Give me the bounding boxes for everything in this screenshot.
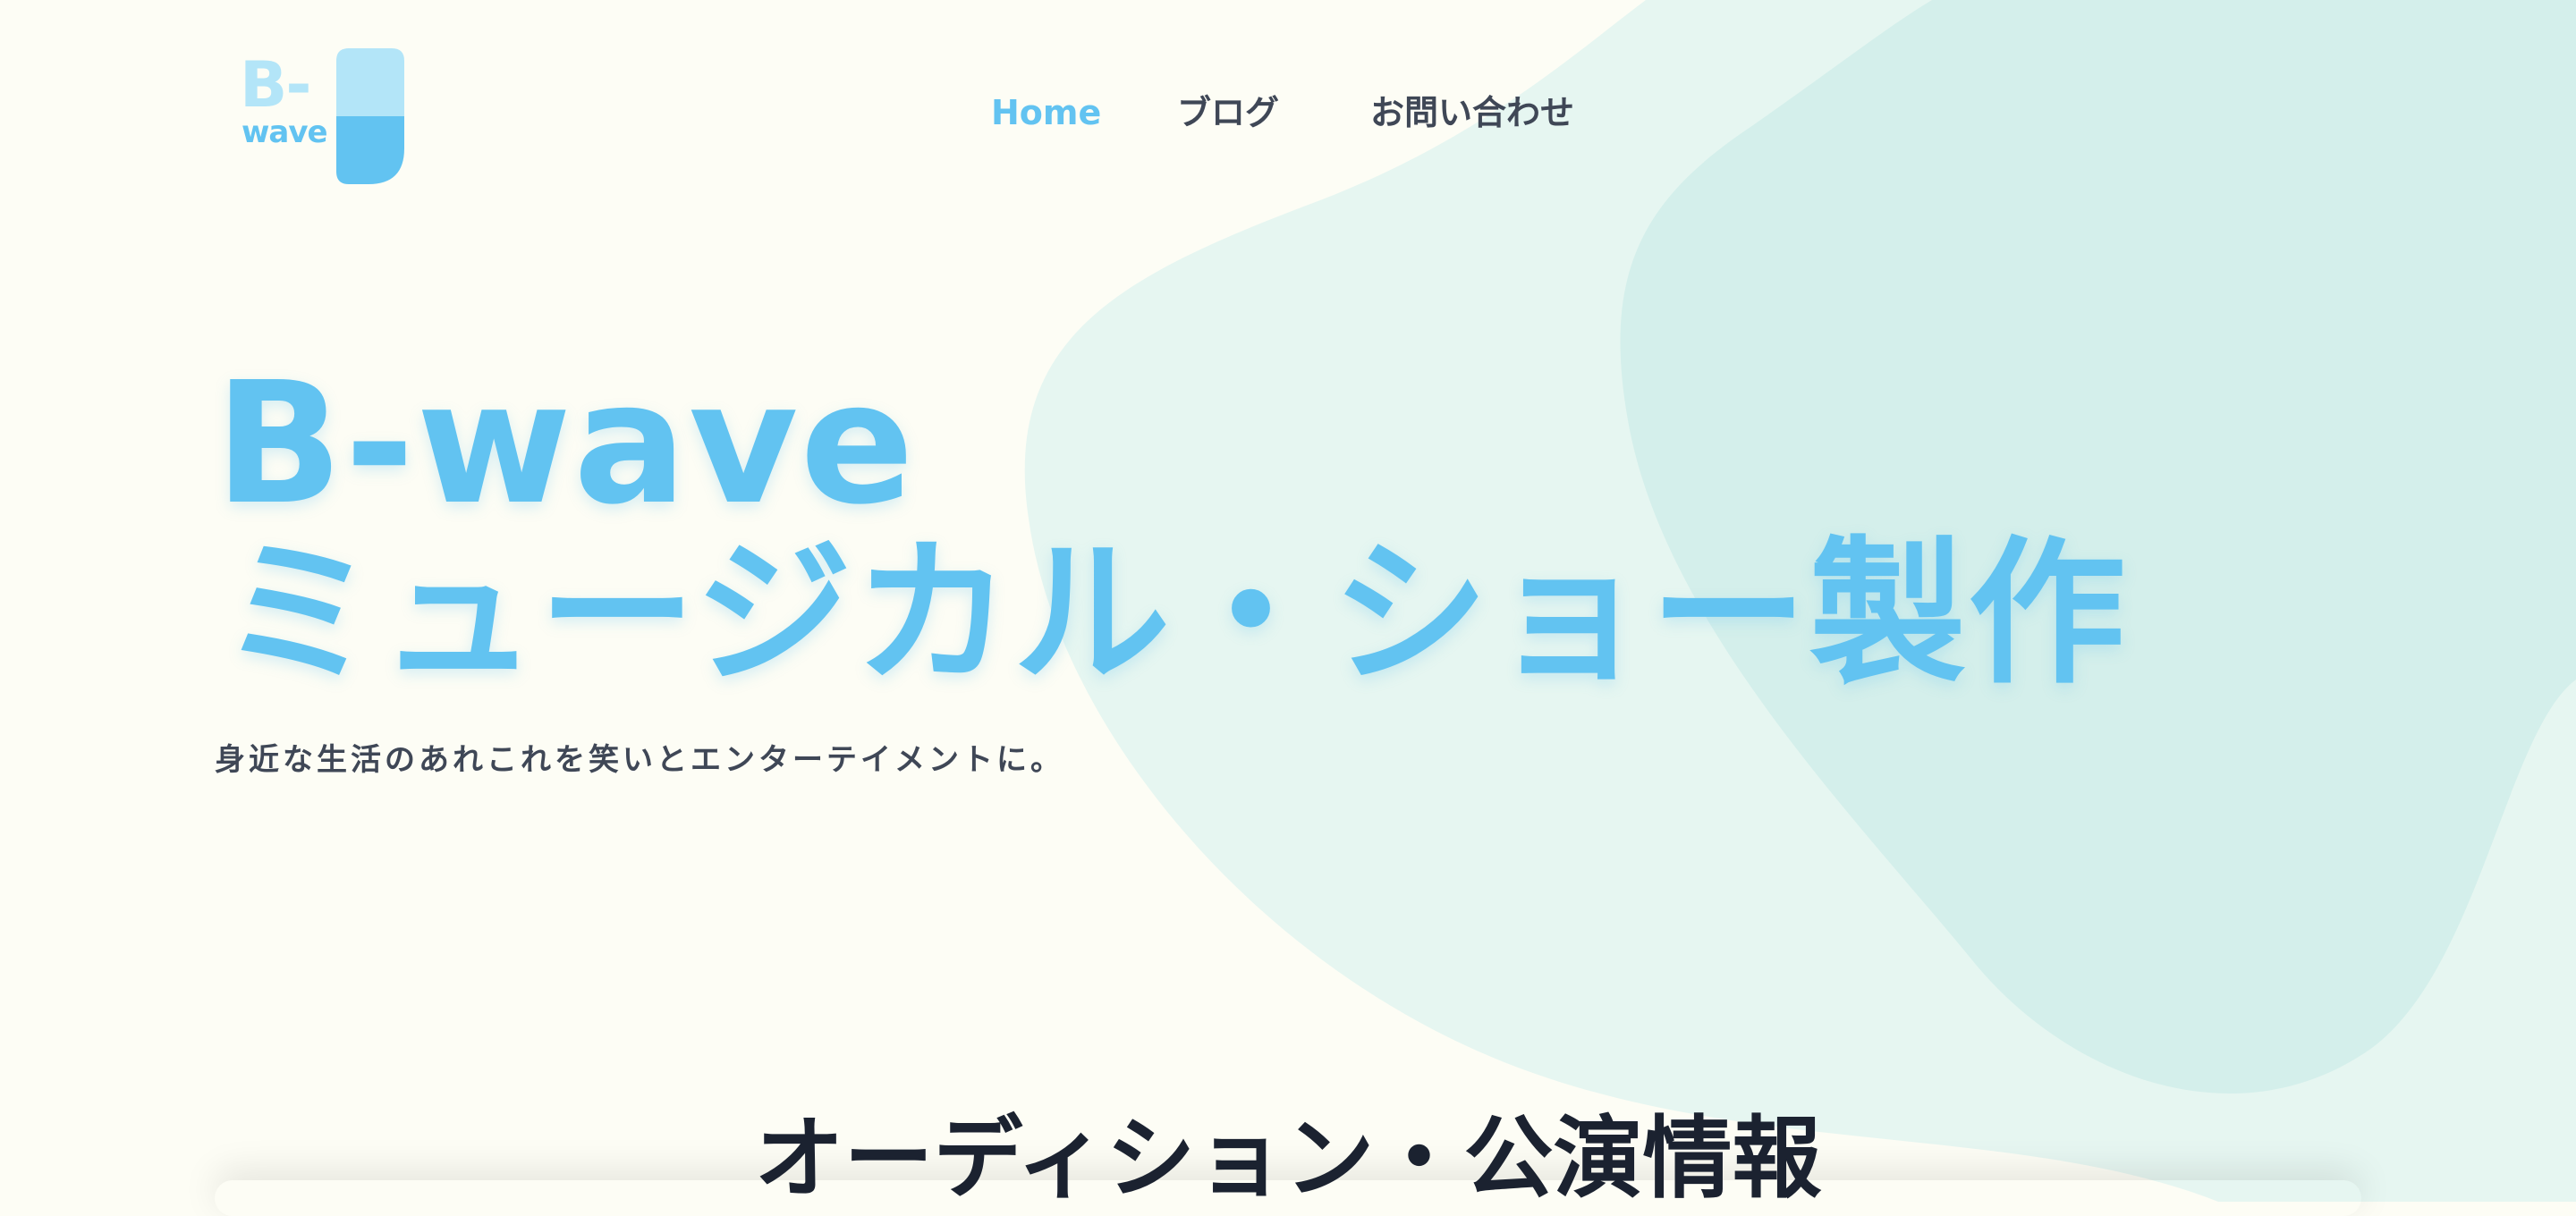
hero-tagline: 身近な生活のあれこれを笑いとエンターテイメントに。 [215, 742, 1064, 778]
nav-contact-link[interactable]: お問い合わせ [1370, 89, 1621, 136]
logo-letters: B- [240, 48, 311, 122]
nav-home-link[interactable]: Home [991, 89, 1116, 136]
logo-word: wave [242, 114, 328, 150]
logo-pill-icon [336, 48, 404, 184]
hero-title: B-wave ミュージカル・ショー製作 [215, 346, 2125, 699]
section-title: オーディション・公演情報 [754, 1106, 1822, 1211]
logo[interactable]: B- wave [236, 48, 406, 186]
hero-title-brand: B-wave [215, 346, 916, 542]
hero-title-subtitle: ミュージカル・ショー製作 [220, 522, 2128, 705]
nav-blog-link[interactable]: ブログ [1177, 89, 1302, 136]
